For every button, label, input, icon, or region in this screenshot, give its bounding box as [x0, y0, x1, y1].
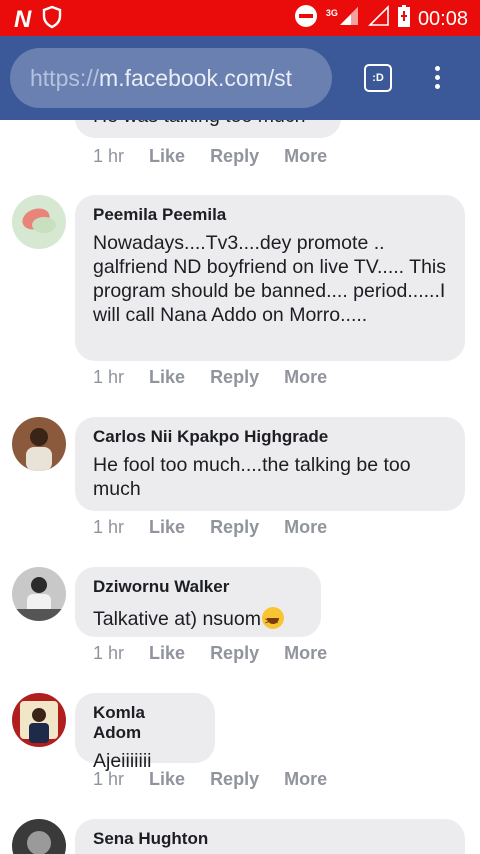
comment-time: 1 hr	[93, 643, 125, 663]
like-button[interactable]: Like	[149, 367, 185, 388]
status-bar: N 3G 00:08	[0, 0, 480, 36]
browser-toolbar: https://m.facebook.com/st :D	[0, 36, 480, 120]
tab-switcher-button[interactable]: :D	[364, 64, 392, 92]
comment-time: 1 hr	[93, 769, 125, 789]
signal-empty-icon	[368, 5, 390, 32]
do-not-disturb-icon	[294, 4, 318, 33]
avatar[interactable]	[12, 693, 66, 747]
comment-author[interactable]: Dziwornu Walker	[93, 577, 303, 597]
comment-bubble: Peemila Peemila Nowadays....Tv3....dey p…	[75, 195, 465, 361]
shield-icon	[42, 5, 62, 34]
like-button[interactable]: Like	[149, 769, 185, 790]
comment-author[interactable]: Carlos Nii Kpakpo Highgrade	[93, 427, 447, 447]
like-button[interactable]: Like	[149, 146, 185, 167]
comment-actions: 1 hr Like Reply More	[93, 367, 352, 388]
comment-bubble: Carlos Nii Kpakpo Highgrade He fool too …	[75, 417, 465, 511]
comment-time: 1 hr	[93, 367, 125, 387]
more-button[interactable]: More	[284, 769, 327, 790]
comment-bubble: He was talking too much	[75, 120, 341, 138]
like-button[interactable]: Like	[149, 517, 185, 538]
comment-actions: 1 hr Like Reply More	[93, 146, 352, 167]
comment-bubble: Sena Hughton	[75, 819, 465, 854]
comment-author[interactable]: Sena Hughton	[93, 829, 447, 849]
avatar[interactable]	[12, 417, 66, 471]
url-text: https://m.facebook.com/st	[30, 65, 293, 91]
comment-bubble: Komla Adom Ajeiiiiiii	[75, 693, 215, 772]
comment-text: Talkative at) nsuom	[93, 603, 303, 633]
comment-author[interactable]: Komla Adom	[93, 703, 197, 743]
comment-text: He was talking too much	[93, 120, 323, 128]
reply-button[interactable]: Reply	[210, 769, 259, 790]
comment-bubble: Dziwornu Walker Talkative at) nsuom	[75, 567, 321, 637]
comment-time: 1 hr	[93, 146, 125, 166]
comment-actions: 1 hr Like Reply More	[93, 517, 352, 538]
reply-button[interactable]: Reply	[210, 146, 259, 167]
avatar[interactable]	[12, 567, 66, 621]
reply-button[interactable]: Reply	[210, 367, 259, 388]
comment-actions: 1 hr Like Reply More	[93, 769, 352, 790]
reply-button[interactable]: Reply	[210, 643, 259, 664]
url-bar[interactable]: https://m.facebook.com/st	[10, 48, 332, 108]
battery-icon	[397, 5, 410, 32]
like-button[interactable]: Like	[149, 643, 185, 664]
more-button[interactable]: More	[284, 146, 327, 167]
signal-icon	[338, 5, 360, 32]
n-logo-icon: N	[14, 5, 31, 33]
comment-text: Nowadays....Tv3....dey promote .. galfri…	[93, 232, 446, 326]
comment-text: He fool too much....the talking be too m…	[93, 454, 411, 500]
comments-list: He was talking too much 1 hr Like Reply …	[0, 120, 480, 854]
overflow-menu-icon[interactable]	[433, 66, 441, 94]
comment-actions: 1 hr Like Reply More	[93, 643, 352, 664]
more-button[interactable]: More	[284, 367, 327, 388]
clock: 00:08	[417, 7, 468, 30]
comment-author[interactable]: Peemila Peemila	[93, 205, 447, 225]
avatar[interactable]	[12, 819, 66, 854]
avatar[interactable]	[12, 195, 66, 249]
network-type: 3G	[325, 7, 338, 18]
more-button[interactable]: More	[284, 643, 327, 664]
comment-time: 1 hr	[93, 517, 125, 537]
reply-button[interactable]: Reply	[210, 517, 259, 538]
more-button[interactable]: More	[284, 517, 327, 538]
laughing-emoji-icon	[262, 607, 284, 633]
